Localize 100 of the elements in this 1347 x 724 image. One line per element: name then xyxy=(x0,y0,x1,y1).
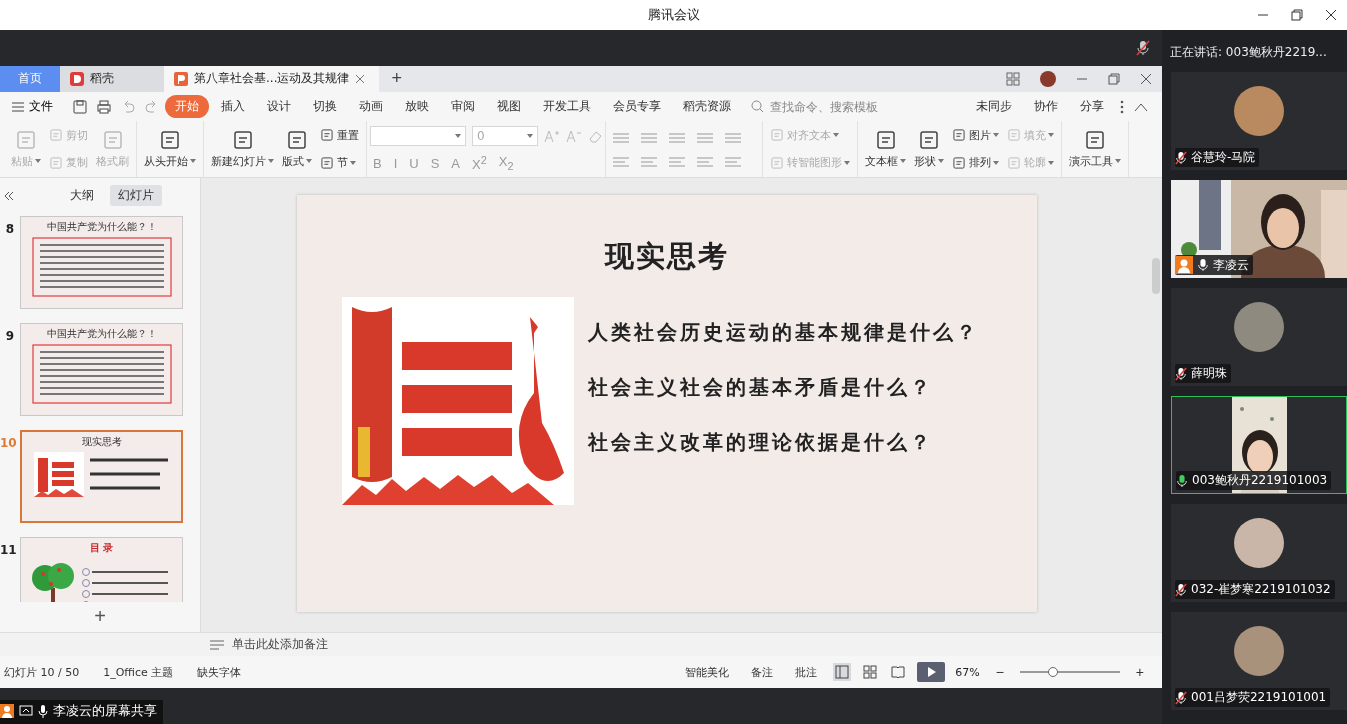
add-slide-button[interactable]: + xyxy=(0,601,200,632)
participant-tile[interactable]: 001吕梦荧2219101001 xyxy=(1171,612,1347,710)
slide-thumbnail[interactable]: 现实思考 xyxy=(20,429,183,523)
document-tab[interactable]: 第八章社会基...运动及其规律 xyxy=(164,66,380,92)
status-action[interactable]: 智能美化 xyxy=(679,663,736,681)
tool-icon xyxy=(770,155,784,170)
file-menu-button[interactable]: 文件 xyxy=(6,97,59,116)
screen-share-label: 李凌云的屏幕共享 xyxy=(53,702,157,720)
active-speaker-label: 正在讲话: 003鲍秋丹2219... xyxy=(1169,44,1328,61)
participant-tile[interactable]: 李凌云 xyxy=(1171,180,1347,278)
notes-placeholder[interactable]: 单击此处添加备注 xyxy=(232,636,328,653)
docer-logo-icon xyxy=(70,71,84,86)
status-action[interactable]: 备注 xyxy=(745,663,780,681)
print-icon[interactable] xyxy=(97,99,111,114)
save-icon[interactable] xyxy=(73,99,87,114)
tool-icon xyxy=(1007,128,1021,143)
play-button[interactable] xyxy=(917,662,946,683)
ribbon-tab[interactable]: 开发工具 xyxy=(533,95,601,118)
ribbon-button[interactable]: 重置 xyxy=(316,126,363,144)
microphone-icon xyxy=(38,704,48,718)
ribbon-button[interactable]: 版式 xyxy=(278,128,316,170)
question-text: 人类社会历史运动的基本规律是什么？ xyxy=(587,318,979,346)
slide-number: 11 xyxy=(0,542,14,557)
thumbnail-title: 目 录 xyxy=(89,540,114,555)
collapse-panel-icon[interactable] xyxy=(4,190,14,201)
tool-icon xyxy=(231,129,254,151)
ribbon-button[interactable]: 从头开始 xyxy=(140,128,200,170)
restore-icon[interactable] xyxy=(1108,72,1120,85)
participant-name: 003鲍秋丹2219101003 xyxy=(1192,472,1328,489)
ribbon-button[interactable]: 排列 xyxy=(948,154,1003,172)
view-button[interactable] xyxy=(833,663,852,682)
ribbon-tab[interactable]: 稻壳资源 xyxy=(673,95,741,118)
ribbon-button[interactable]: 形状 xyxy=(910,128,948,170)
ribbon-tab[interactable]: 会员专享 xyxy=(603,95,671,118)
tool-icon xyxy=(952,155,966,170)
ribbon-button[interactable]: 图片 xyxy=(948,126,1003,144)
font-name-field[interactable] xyxy=(370,125,466,146)
status-action[interactable]: 批注 xyxy=(789,663,824,681)
scrollbar-thumb[interactable] xyxy=(1152,257,1160,294)
collapse-icon[interactable] xyxy=(1134,101,1148,112)
grid-icon[interactable] xyxy=(1006,71,1020,86)
ribbon-button[interactable]: 文本框 xyxy=(861,128,910,170)
tool-icon xyxy=(874,129,897,151)
microphone-muted-icon[interactable] xyxy=(1136,40,1150,56)
toolbar-action[interactable]: 未同步 xyxy=(970,97,1018,116)
panel-tab[interactable]: 幻灯片 xyxy=(110,185,162,207)
ribbon-button[interactable]: 新建幻灯片 xyxy=(207,128,278,170)
tool-icon xyxy=(286,129,308,151)
participant-name: 001吕梦荧2219101001 xyxy=(1191,689,1327,706)
user-avatar[interactable] xyxy=(1040,70,1056,87)
participant-name: 李凌云 xyxy=(1213,256,1249,274)
ribbon-tab[interactable]: 放映 xyxy=(395,95,439,118)
participant-tile[interactable]: 谷慧玲-马院 xyxy=(1171,72,1347,170)
person-icon xyxy=(0,704,14,718)
participant-tile[interactable]: 薛明珠 xyxy=(1171,288,1347,386)
thumbnail-title: 中国共产党为什么能？！ xyxy=(46,219,157,234)
participant-tile[interactable]: 032-崔梦寒2219101032 xyxy=(1171,504,1347,602)
participant-tile[interactable]: 003鲍秋丹2219101003 xyxy=(1171,396,1347,494)
new-tab-button[interactable]: + xyxy=(379,66,414,92)
zoom-in-button[interactable]: + xyxy=(1129,663,1150,682)
toolbar-action[interactable]: 分享 xyxy=(1074,97,1110,116)
command-search-field[interactable]: 查找命令、搜索模板 xyxy=(751,98,892,115)
zoom-slider-thumb[interactable] xyxy=(1047,667,1058,678)
screen-share-icon xyxy=(19,705,33,717)
slide-number: 8 xyxy=(4,221,14,236)
close-icon[interactable] xyxy=(1140,72,1152,85)
restore-icon[interactable] xyxy=(1291,9,1303,21)
panel-tab[interactable]: 大纲 xyxy=(62,185,102,207)
slide-thumbnail[interactable]: 中国共产党为什么能？！ xyxy=(20,322,183,416)
thumbnail-title: 中国共产党为什么能？！ xyxy=(46,326,157,341)
tool-icon xyxy=(49,128,63,143)
slide-thumbnail[interactable]: 中国共产党为什么能？！ xyxy=(20,215,183,309)
document-tab[interactable]: 稻壳 xyxy=(60,66,164,92)
participant-name: 谷慧玲-马院 xyxy=(1191,149,1256,166)
ribbon-tab[interactable]: 切换 xyxy=(303,95,347,118)
ribbon-tab[interactable]: 动画 xyxy=(349,95,393,118)
zoom-percentage[interactable]: 67% xyxy=(955,665,980,679)
ribbon-button[interactable]: 节 xyxy=(316,154,363,172)
ribbon-tab[interactable]: 审阅 xyxy=(441,95,485,118)
close-icon[interactable] xyxy=(1325,9,1337,21)
view-button[interactable] xyxy=(861,663,880,682)
ribbon-button[interactable]: 演示工具 xyxy=(1065,128,1125,170)
participant-name: 032-崔梦寒2219101032 xyxy=(1191,581,1331,598)
search-icon xyxy=(751,100,764,113)
ribbon-tab[interactable]: 视图 xyxy=(487,95,531,118)
question-text: 社会主义改革的理论依据是什么？ xyxy=(587,428,934,456)
tool-icon xyxy=(320,155,334,170)
toolbar-action[interactable]: 协作 xyxy=(1028,97,1064,116)
slide-thumbnail[interactable]: 目 录 xyxy=(20,536,183,602)
zoom-out-button[interactable]: − xyxy=(989,663,1010,682)
ribbon-tab[interactable]: 设计 xyxy=(257,95,301,118)
status-text: 缺失字体 xyxy=(197,664,242,680)
question-text: 社会主义社会的基本矛盾是什么？ xyxy=(587,373,934,401)
thumbnail-title: 现实思考 xyxy=(81,434,122,449)
presentation-file-icon xyxy=(174,71,188,86)
slide-number: 9 xyxy=(4,328,14,343)
more-icon[interactable] xyxy=(1120,99,1124,114)
tool-icon xyxy=(770,128,784,143)
tool-icon xyxy=(952,128,966,143)
ribbon-tab[interactable]: 插入 xyxy=(211,95,255,118)
